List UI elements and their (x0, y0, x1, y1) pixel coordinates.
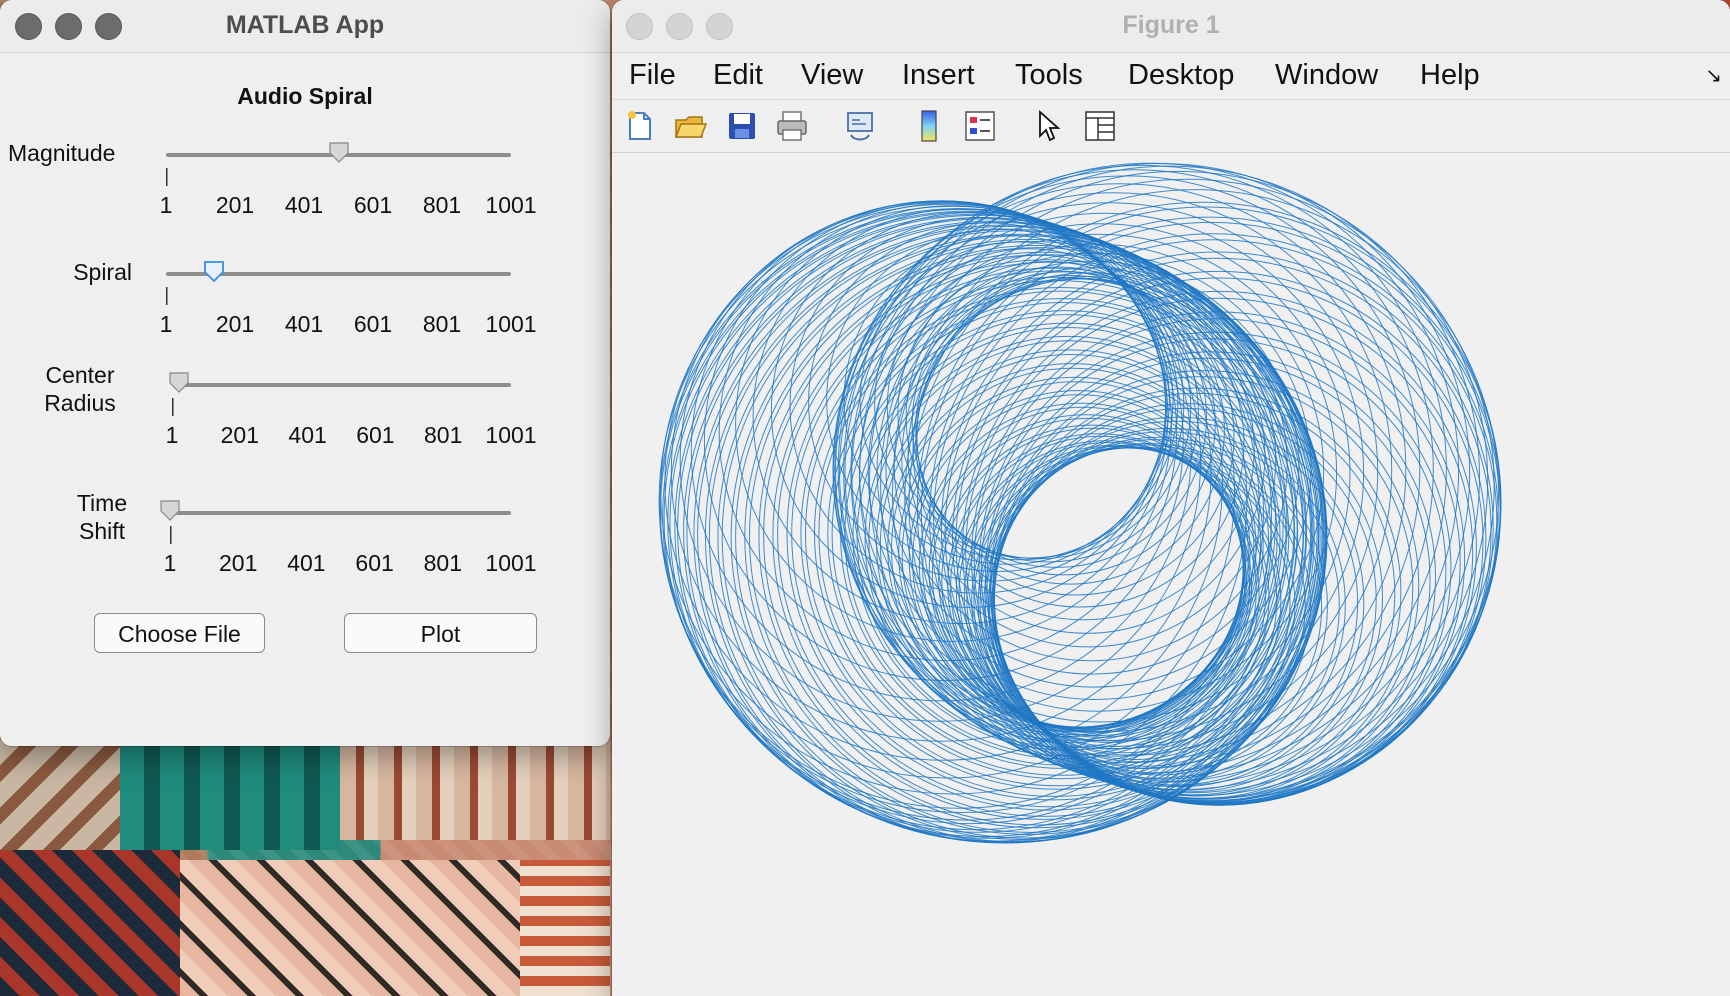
quilt-pattern (340, 740, 610, 840)
menu-desktop[interactable]: Desktop (1128, 59, 1234, 92)
choose-file-button[interactable]: Choose File (94, 613, 265, 653)
save-icon[interactable] (724, 108, 760, 144)
window-title: MATLAB App (225, 11, 385, 39)
property-inspector-icon[interactable] (1082, 108, 1118, 144)
quilt-pattern (0, 850, 180, 996)
quilt-pattern (180, 860, 520, 996)
edit-plot-icon[interactable] (1030, 108, 1066, 144)
center-radius-slider-thumb[interactable] (168, 371, 190, 393)
app-titlebar[interactable]: MATLAB App (0, 0, 610, 53)
tick-label: 1001 (485, 192, 537, 218)
magnitude-slider-thumb[interactable] (328, 141, 350, 163)
tick-label: 801 (424, 422, 463, 448)
figure-toolbar (612, 100, 1730, 153)
tick-label: 201 (215, 192, 255, 218)
magnitude-ticks (166, 168, 513, 186)
figure-menubar: File Edit View Insert Tools Desktop Wind… (612, 53, 1730, 100)
center-radius-ticks (172, 398, 513, 416)
tick-label: 801 (423, 550, 462, 576)
tick-label: 1 (163, 550, 177, 576)
tick-label: 1001 (485, 311, 537, 337)
menu-file[interactable]: File (629, 59, 676, 92)
app-panel: Audio Spiral Magnitude 1 201 401 601 801 1001… (0, 53, 610, 746)
dock-arrow-icon[interactable]: ↘ (1705, 63, 1722, 88)
quilt-pattern (520, 860, 610, 996)
quilt-pattern (120, 740, 340, 850)
spiral-slider-thumb[interactable] (203, 260, 225, 282)
colorbar-icon[interactable] (911, 108, 947, 144)
figure-titlebar[interactable]: Figure 1 (612, 0, 1730, 53)
spiral-label: Spiral (73, 259, 132, 285)
tick-label: 1 (159, 192, 173, 218)
tick-label: 601 (353, 192, 393, 218)
center-radius-label-line2: Radius (44, 390, 116, 416)
new-figure-icon[interactable] (622, 108, 658, 144)
menu-window[interactable]: Window (1275, 59, 1378, 92)
menu-help[interactable]: Help (1420, 59, 1480, 92)
spiral-circle (859, 233, 1338, 712)
tick-label: 601 (353, 311, 393, 337)
link-plot-icon[interactable] (842, 108, 878, 144)
figure-title: Figure 1 (1122, 11, 1220, 39)
tick-label: 1001 (485, 422, 537, 448)
tick-label: 401 (284, 192, 324, 218)
tick-label: 401 (288, 422, 327, 448)
plot-button[interactable]: Plot (344, 613, 537, 653)
time-shift-ticks (170, 526, 513, 544)
spiral-circle (916, 277, 1235, 596)
center-radius-label-line1: Center (45, 362, 115, 388)
menu-edit[interactable]: Edit (713, 59, 763, 92)
tick-label: 201 (220, 422, 259, 448)
center-radius-tick-labels: 1 201 401 601 801 1001 (166, 422, 537, 448)
figure-window: Figure 1 File Edit View Insert Tools Des… (612, 0, 1730, 996)
time-shift-slider-track[interactable] (170, 511, 511, 515)
tick-label: 1 (165, 422, 179, 448)
tick-label: 1001 (485, 550, 537, 576)
time-shift-tick-labels: 1 201 401 601 801 1001 (164, 550, 537, 576)
print-icon[interactable] (774, 108, 810, 144)
menu-tools[interactable]: Tools (1015, 59, 1083, 92)
tick-label: 801 (422, 192, 462, 218)
magnitude-tick-labels: 1 201 401 601 801 1001 (160, 192, 537, 218)
panel-title: Audio Spiral (237, 83, 373, 109)
tick-label: 801 (422, 311, 462, 337)
tick-label: 201 (215, 311, 255, 337)
time-shift-label: Time Shift (52, 489, 152, 545)
matlab-app-window: MATLAB App Audio Spiral Magnitude 1 201 40… (0, 0, 610, 746)
center-radius-slider-track[interactable] (172, 383, 511, 387)
tick-label: 401 (287, 550, 326, 576)
menu-insert[interactable]: Insert (902, 59, 975, 92)
open-file-icon[interactable] (672, 108, 708, 144)
legend-icon[interactable] (962, 108, 998, 144)
menu-view[interactable]: View (801, 59, 863, 92)
time-shift-label-line1: Time (76, 490, 128, 516)
magnitude-label: Magnitude (8, 140, 116, 166)
audio-spiral-plot (658, 162, 1502, 844)
tick-label: 201 (219, 550, 258, 576)
spiral-tick-labels: 1 201 401 601 801 1001 (160, 311, 537, 337)
plot-area[interactable] (612, 153, 1730, 996)
tick-label: 601 (355, 550, 394, 576)
tick-label: 401 (284, 311, 324, 337)
center-radius-label: Center Radius (30, 361, 130, 417)
spiral-circle (827, 298, 1299, 769)
tick-label: 601 (356, 422, 395, 448)
spiral-ticks (166, 287, 513, 305)
time-shift-label-line2: Shift (78, 518, 126, 544)
time-shift-slider-thumb[interactable] (159, 499, 181, 521)
tick-label: 1 (159, 311, 173, 337)
